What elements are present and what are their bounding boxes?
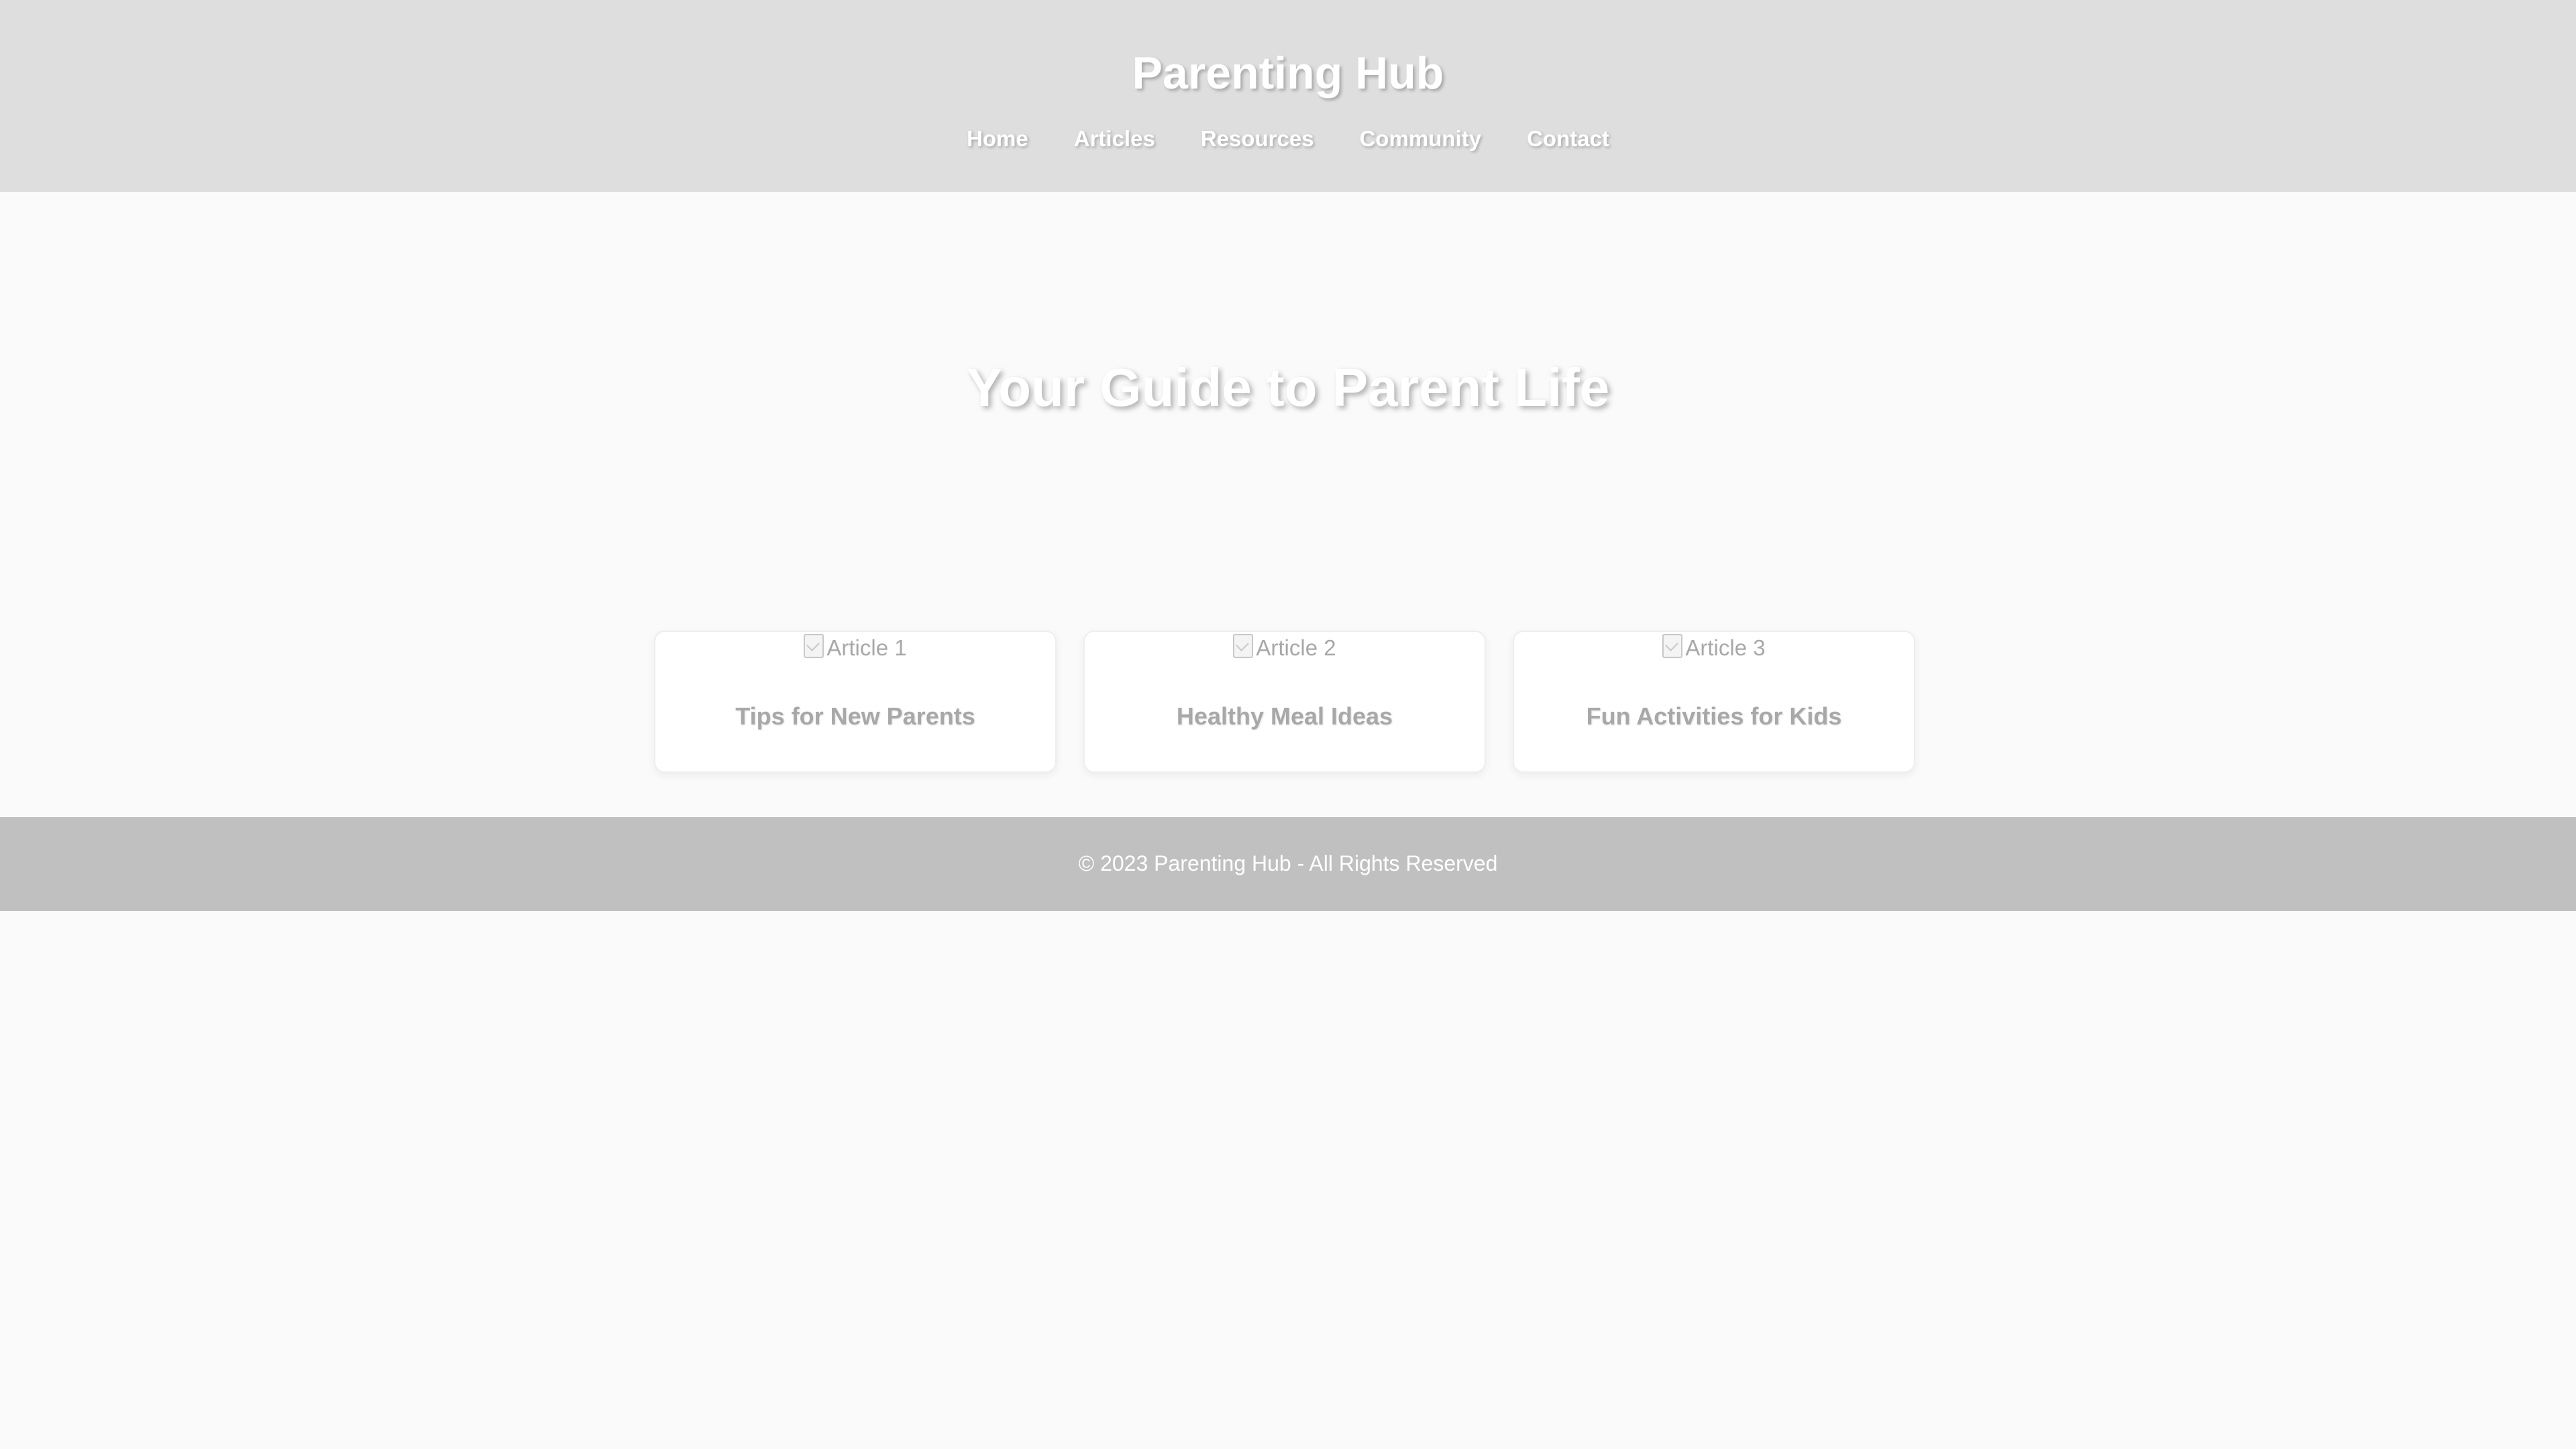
site-title[interactable]: Parenting Hub — [0, 42, 2576, 105]
main-nav: Home Articles Resources Community Contac… — [0, 121, 2576, 157]
article-image-alt-2: Article 2 — [1256, 635, 1336, 660]
hero-section: Your Guide to Parent Life — [0, 192, 2576, 594]
article-card-2[interactable]: Article 2 Healthy Meal Ideas — [1083, 631, 1486, 773]
article-image-1: Article 1 — [655, 632, 1055, 664]
footer-copyright: © 2023 Parenting Hub - All Rights Reserv… — [1078, 851, 1498, 875]
article-card-3[interactable]: Article 3 Fun Activities for Kids — [1513, 631, 1915, 773]
site-header: Parenting Hub Home Articles Resources Co… — [0, 0, 2576, 192]
site-footer: © 2023 Parenting Hub - All Rights Reserv… — [0, 817, 2576, 911]
article-image-2: Article 2 — [1085, 632, 1485, 664]
article-image-3: Article 3 — [1514, 632, 1914, 664]
article-title-1[interactable]: Tips for New Parents — [655, 699, 1055, 734]
nav-link-contact[interactable]: Contact — [1527, 121, 1609, 157]
broken-image-icon — [1233, 634, 1254, 658]
article-image-alt-3: Article 3 — [1685, 635, 1766, 660]
nav-link-articles[interactable]: Articles — [1074, 121, 1155, 157]
nav-link-resources[interactable]: Resources — [1201, 121, 1314, 157]
broken-image-icon — [804, 634, 824, 658]
hero-title: Your Guide to Parent Life — [966, 358, 1610, 417]
article-title-3[interactable]: Fun Activities for Kids — [1514, 699, 1914, 734]
article-card-1[interactable]: Article 1 Tips for New Parents — [654, 631, 1057, 773]
article-image-alt-1: Article 1 — [826, 635, 907, 660]
broken-image-icon — [1662, 634, 1683, 658]
nav-link-home[interactable]: Home — [967, 121, 1028, 157]
article-cards: Article 1 Tips for New Parents Article 2… — [654, 631, 1919, 773]
article-title-2[interactable]: Healthy Meal Ideas — [1085, 699, 1485, 734]
nav-link-community[interactable]: Community — [1360, 121, 1482, 157]
